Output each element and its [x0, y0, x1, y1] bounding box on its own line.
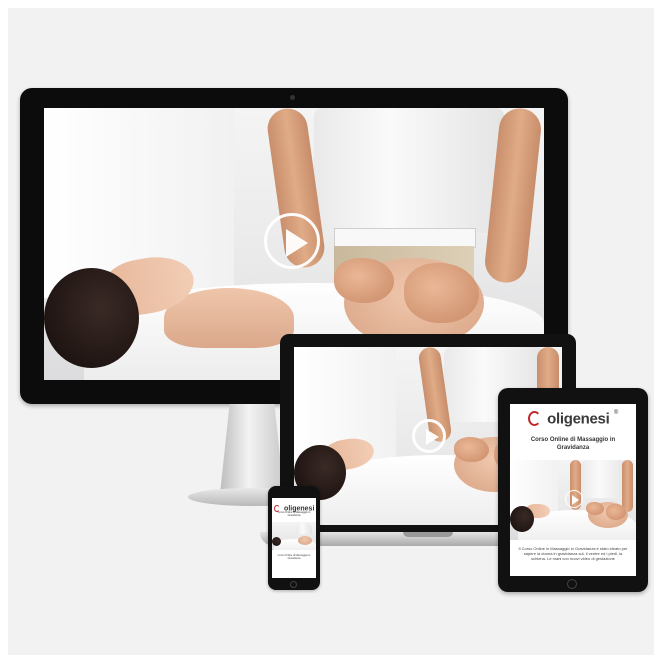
tablet-course-description: Il Corso Online in Massaggio in Gravidan… [518, 546, 628, 561]
tablet-home-button[interactable] [567, 579, 577, 589]
tablet-play-button[interactable] [565, 490, 583, 508]
product-mockup: oligenesi ® Corso Online di Massaggio in… [8, 8, 654, 655]
brand-mark: ® [613, 410, 619, 416]
phone: oligenesi Corso Online di Massaggio in G… [268, 486, 320, 590]
phone-course-title: Corso Online di Massaggio in Gravidanza [277, 511, 311, 517]
laptop-play-button[interactable] [412, 419, 446, 453]
phone-course-description: Corso Online di Massaggio in Gravidanza [277, 554, 311, 560]
tablet-course-title: Corso Online di Massaggio in Gravidanza [530, 437, 616, 451]
phone-video [272, 522, 316, 550]
monitor-camera [290, 95, 295, 100]
tablet: oligenesi ® Corso Online di Massaggio in… [498, 388, 648, 592]
brand-name: oligenesi [547, 410, 610, 428]
phone-home-button[interactable] [290, 581, 297, 588]
tablet-video [510, 460, 636, 540]
tablet-screen: oligenesi ® Corso Online di Massaggio in… [510, 404, 636, 576]
monitor-play-button[interactable] [264, 213, 320, 269]
phone-screen: oligenesi Corso Online di Massaggio in G… [272, 498, 316, 578]
monitor-stand [220, 404, 284, 494]
laptop-hinge-notch [403, 532, 453, 537]
tablet-logo: oligenesi ® [510, 410, 636, 428]
oligenesi-logo-icon [527, 411, 541, 427]
